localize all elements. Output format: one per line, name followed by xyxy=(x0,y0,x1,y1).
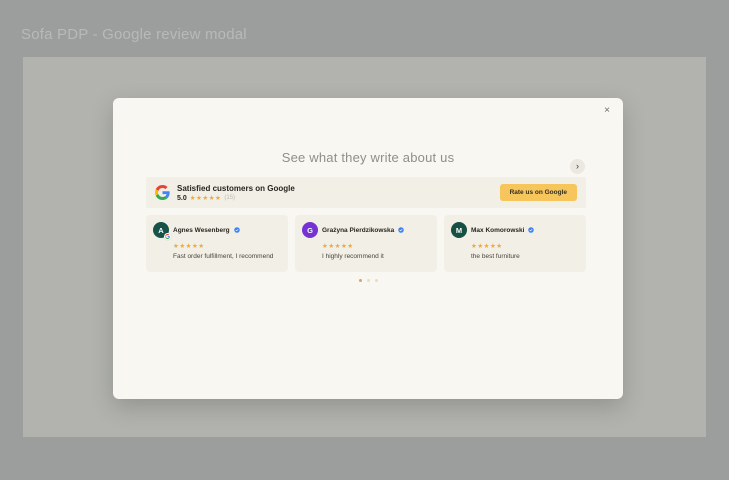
review-card: A Agnes Wesenberg ★★★★★ Fast order fulfi… xyxy=(146,215,288,272)
card-head: A Agnes Wesenberg xyxy=(153,222,281,240)
verified-icon xyxy=(233,227,240,233)
google-g-icon xyxy=(155,185,170,200)
carousel-dot[interactable] xyxy=(374,279,378,282)
review-stars-icon: ★★★★★ xyxy=(173,242,205,250)
review-text: the best furniture xyxy=(471,253,520,260)
google-summary-bar: Satisfied customers on Google 5.0 ★★★★★ … xyxy=(146,177,586,208)
review-cards: A Agnes Wesenberg ★★★★★ Fast order fulfi… xyxy=(146,215,586,272)
chevron-right-icon: › xyxy=(576,161,579,171)
close-icon: × xyxy=(604,105,610,116)
review-stars-icon: ★★★★★ xyxy=(471,242,503,250)
rating-value: 5.0 xyxy=(177,194,187,202)
verified-icon xyxy=(398,227,405,233)
reviewer-name: Max Komorowski xyxy=(471,226,525,234)
frame-title: Sofa PDP - Google review modal xyxy=(21,26,247,43)
review-text: Fast order fulfillment, I recommend xyxy=(173,253,274,260)
reviewer-name: Grażyna Pierdzikowska xyxy=(322,226,395,234)
modal-heading: See what they write about us xyxy=(281,150,455,165)
carousel-dot[interactable] xyxy=(358,279,362,282)
card-head: G Grażyna Pierdzikowska xyxy=(302,222,430,238)
avatar-initial: A xyxy=(158,225,164,235)
verified-icon xyxy=(528,227,535,233)
review-card: G Grażyna Pierdzikowska ★★★★★ I highly r… xyxy=(295,215,437,272)
google-review-modal: × See what they write about us › Satisfi… xyxy=(113,98,623,399)
avatar: G xyxy=(302,222,318,238)
rating-row: 5.0 ★★★★★ (15) xyxy=(177,193,295,202)
review-card: M Max Komorowski ★★★★★ the best furnitur… xyxy=(444,215,586,272)
review-text: I highly recommend it xyxy=(322,253,384,260)
carousel-next-button[interactable]: › xyxy=(570,159,585,174)
avatar-initial: G xyxy=(307,225,313,235)
carousel-dot[interactable] xyxy=(366,279,370,282)
avatar: M xyxy=(451,222,467,238)
card-head: M Max Komorowski xyxy=(451,222,579,238)
rate-us-button[interactable]: Rate us on Google xyxy=(499,184,577,201)
avatar: A xyxy=(153,222,171,240)
summary-title: Satisfied customers on Google xyxy=(177,183,295,193)
avatar-initial: M xyxy=(455,225,463,235)
review-count: (15) xyxy=(224,195,236,201)
close-button[interactable]: × xyxy=(600,104,614,118)
reviewer-name: Agnes Wesenberg xyxy=(173,226,230,234)
review-stars-icon: ★★★★★ xyxy=(322,242,354,250)
summary-text: Satisfied customers on Google 5.0 ★★★★★ … xyxy=(177,184,295,202)
rating-stars-icon: ★★★★★ xyxy=(189,193,222,202)
carousel-dots xyxy=(113,279,623,282)
google-badge-icon xyxy=(164,233,171,240)
